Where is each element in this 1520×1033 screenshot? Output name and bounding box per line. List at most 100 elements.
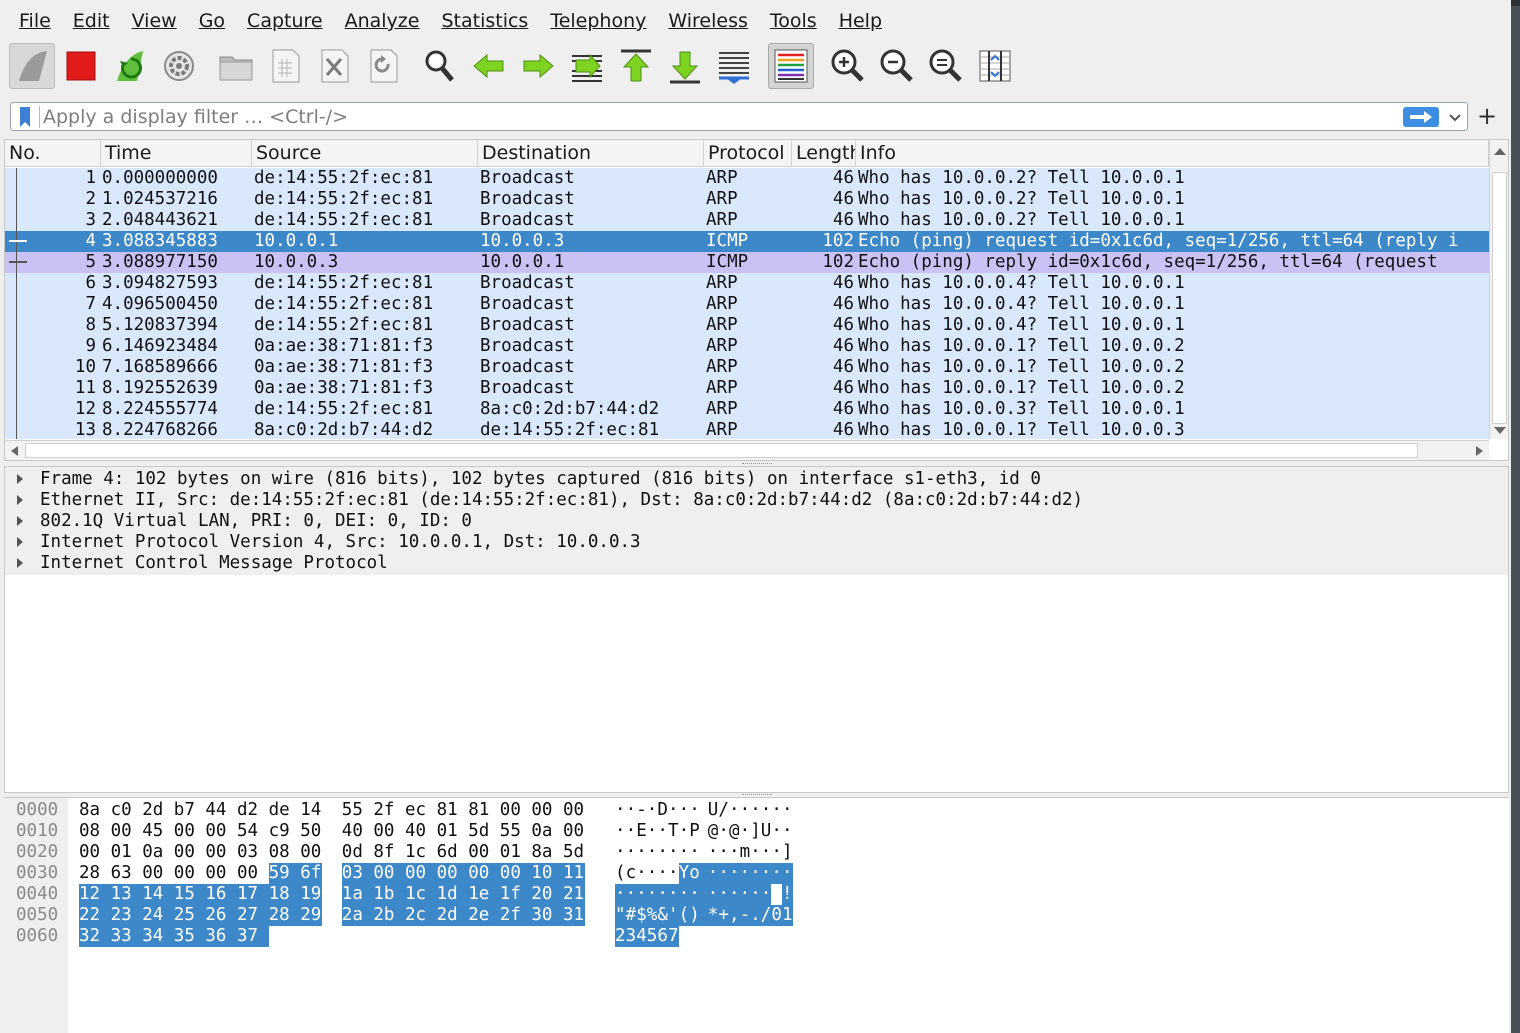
expand-arrow-icon[interactable] bbox=[17, 537, 23, 547]
hex-byte[interactable]: 36 bbox=[205, 926, 238, 947]
ascii-char[interactable]: · bbox=[689, 842, 708, 863]
zoom-in-button[interactable] bbox=[825, 43, 871, 89]
ascii-char[interactable]: " bbox=[615, 905, 626, 926]
hex-byte[interactable]: 00 bbox=[373, 821, 405, 842]
details-tree-item[interactable]: Ethernet II, Src: de:14:55:2f:ec:81 (de:… bbox=[5, 490, 1505, 511]
hex-byte[interactable]: 00 bbox=[205, 842, 237, 863]
scroll-left-icon[interactable] bbox=[10, 445, 20, 457]
hex-byte[interactable]: 1e bbox=[468, 884, 501, 905]
ascii-char[interactable]: · bbox=[708, 842, 719, 863]
ascii-char[interactable]: 5 bbox=[646, 926, 658, 947]
ascii-char[interactable]: · bbox=[761, 800, 772, 821]
hex-byte[interactable]: 00 bbox=[142, 863, 174, 884]
hex-byte[interactable]: 03 bbox=[341, 863, 374, 884]
ascii-char[interactable]: · bbox=[678, 884, 690, 905]
hex-byte[interactable]: 30 bbox=[531, 905, 564, 926]
ascii-char[interactable]: · bbox=[718, 863, 729, 884]
hex-byte[interactable]: 1d bbox=[436, 884, 469, 905]
packet-row[interactable]: 5 3.088977150 10.0.0.3 10.0.0.1 ICMP 102 Echo … bbox=[5, 252, 1489, 273]
hex-byte[interactable]: 20 bbox=[531, 884, 564, 905]
ascii-char[interactable]: ] bbox=[782, 842, 793, 863]
hex-byte[interactable]: 1c bbox=[405, 842, 437, 863]
packet-row[interactable]: 13 8.224768266 8a:c0:2d:b7:44:d2 de:14:55:2… bbox=[5, 420, 1489, 439]
ascii-char[interactable]: 4 bbox=[636, 926, 647, 947]
capture-options-button[interactable] bbox=[156, 43, 202, 89]
details-tree-item[interactable]: Frame 4: 102 bytes on wire (816 bits), 1… bbox=[5, 469, 1505, 490]
hex-byte[interactable]: 00 bbox=[174, 863, 206, 884]
zoom-normal-button[interactable] bbox=[923, 43, 969, 89]
hex-byte[interactable]: 01 bbox=[111, 842, 143, 863]
column-header-time[interactable]: Time bbox=[101, 140, 252, 167]
hex-byte[interactable]: 14 bbox=[300, 800, 322, 821]
ascii-char[interactable]: ' bbox=[668, 905, 679, 926]
hex-byte[interactable]: 28 bbox=[79, 863, 111, 884]
hex-byte[interactable]: 00 bbox=[500, 800, 532, 821]
ascii-char[interactable]: · bbox=[657, 863, 668, 884]
ascii-char[interactable]: 1 bbox=[782, 905, 793, 926]
hex-byte[interactable]: c9 bbox=[269, 821, 301, 842]
hex-byte[interactable]: 45 bbox=[142, 821, 174, 842]
column-header-destination[interactable]: Destination bbox=[478, 140, 704, 167]
details-tree-item[interactable]: Internet Protocol Version 4, Src: 10.0.0… bbox=[5, 532, 1505, 553]
hex-byte[interactable]: 03 bbox=[237, 842, 269, 863]
ascii-char[interactable]: * bbox=[707, 905, 719, 926]
hex-byte[interactable]: 55 bbox=[500, 821, 532, 842]
ascii-char[interactable]: / bbox=[718, 800, 729, 821]
hex-byte[interactable]: ec bbox=[405, 800, 437, 821]
ascii-char[interactable]: · bbox=[679, 842, 690, 863]
ascii-char[interactable]: · bbox=[668, 800, 679, 821]
ascii-char[interactable]: · bbox=[636, 842, 647, 863]
auto-scroll-button[interactable] bbox=[711, 43, 757, 89]
zoom-out-button[interactable] bbox=[874, 43, 920, 89]
ascii-char[interactable]: 3 bbox=[625, 926, 637, 947]
hex-byte[interactable]: 40 bbox=[342, 821, 374, 842]
hex-byte[interactable]: 00 bbox=[237, 863, 269, 884]
hex-byte[interactable]: 2a bbox=[341, 905, 374, 926]
resize-columns-button[interactable] bbox=[972, 43, 1018, 89]
hex-byte[interactable]: 00 bbox=[205, 821, 237, 842]
ascii-char[interactable]: · bbox=[740, 800, 751, 821]
hex-byte[interactable]: de bbox=[269, 800, 301, 821]
ascii-char[interactable]: · bbox=[729, 800, 740, 821]
ascii-char[interactable]: · bbox=[668, 884, 679, 905]
hex-byte[interactable]: 28 bbox=[268, 905, 301, 926]
ascii-char[interactable]: % bbox=[646, 905, 658, 926]
hex-byte[interactable]: 14 bbox=[142, 884, 175, 905]
go-back-button[interactable] bbox=[466, 43, 512, 89]
horizontal-scroll-thumb[interactable] bbox=[25, 443, 1418, 458]
display-filter-input[interactable] bbox=[43, 104, 1398, 129]
ascii-char[interactable]: 7 bbox=[668, 926, 679, 947]
scroll-up-icon[interactable] bbox=[1493, 146, 1507, 156]
ascii-char[interactable]: · bbox=[760, 863, 772, 884]
hex-byte[interactable]: 00 bbox=[300, 842, 322, 863]
hex-byte[interactable]: 00 bbox=[468, 863, 501, 884]
ascii-char[interactable]: · bbox=[771, 842, 782, 863]
hex-byte[interactable]: 00 bbox=[468, 842, 500, 863]
ascii-char[interactable]: · bbox=[626, 821, 637, 842]
hex-byte[interactable]: 22 bbox=[79, 905, 111, 926]
ascii-char[interactable]: , bbox=[729, 905, 740, 926]
ascii-char[interactable]: · bbox=[707, 884, 719, 905]
column-header-protocol[interactable]: Protocol bbox=[704, 140, 792, 167]
chevron-down-icon[interactable] bbox=[1447, 109, 1463, 125]
hex-byte[interactable]: 31 bbox=[563, 905, 585, 926]
ascii-char[interactable]: @ bbox=[708, 821, 719, 842]
menu-help[interactable]: Help bbox=[828, 6, 893, 36]
hex-byte[interactable]: 23 bbox=[110, 905, 143, 926]
ascii-char[interactable]: · bbox=[718, 821, 729, 842]
menu-analyze[interactable]: Analyze bbox=[334, 6, 431, 36]
ascii-char[interactable]: · bbox=[647, 863, 658, 884]
go-last-packet-button[interactable] bbox=[662, 43, 708, 89]
ascii-char[interactable]: o bbox=[689, 863, 708, 884]
ascii-char[interactable]: · bbox=[771, 863, 782, 884]
hex-byte[interactable]: 15 bbox=[173, 884, 206, 905]
ascii-char[interactable]: · bbox=[689, 884, 708, 905]
hex-byte[interactable]: 00 bbox=[563, 821, 585, 842]
hex-byte[interactable]: 5d bbox=[563, 842, 585, 863]
reload-file-button[interactable] bbox=[360, 43, 406, 89]
hex-byte[interactable]: 00 bbox=[205, 863, 237, 884]
packet-row[interactable]: 12 8.224555774 de:14:55:2f:ec:81 8a:c0:2d:b… bbox=[5, 399, 1489, 420]
hex-byte[interactable]: 08 bbox=[269, 842, 301, 863]
ascii-char[interactable]: # bbox=[625, 905, 637, 926]
hex-byte[interactable]: 01 bbox=[500, 842, 532, 863]
